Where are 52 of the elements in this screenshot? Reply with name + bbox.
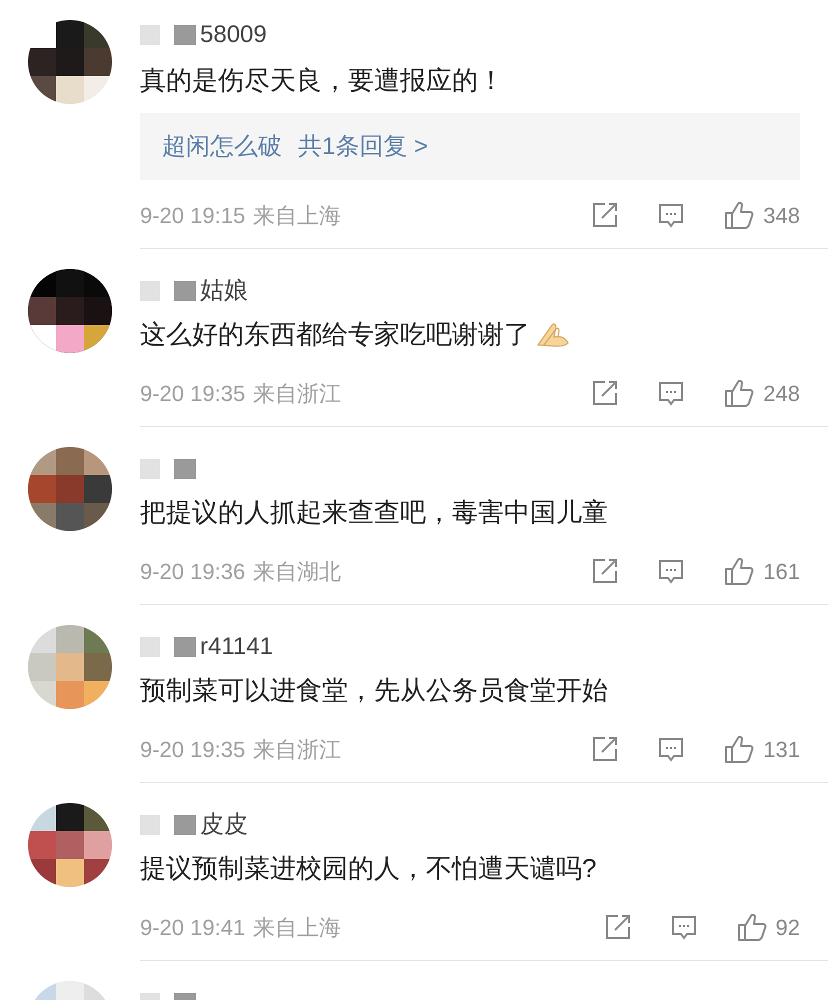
like-icon[interactable] [723, 733, 756, 765]
username[interactable]: r41141 [200, 629, 273, 665]
like-count: 348 [763, 202, 800, 230]
like-count: 131 [763, 736, 800, 764]
location: 来自上海 [253, 202, 342, 230]
redaction-block [140, 637, 160, 657]
redaction-block [140, 281, 160, 301]
like-count: 161 [763, 558, 800, 586]
reply-preview[interactable]: 超闲怎么破 共1条回复 > [140, 113, 800, 180]
comment-icon[interactable] [657, 735, 686, 763]
comment-icon[interactable] [670, 913, 698, 941]
redaction-block [140, 815, 160, 835]
comment-icon[interactable] [657, 379, 686, 407]
comment-text: 提议预制菜进校园的人，不怕遭天谴吗? [140, 852, 596, 884]
redaction-block [174, 459, 196, 479]
like-icon[interactable] [723, 199, 756, 231]
timestamp: 9-20 19:15 [140, 202, 246, 230]
comment-icon[interactable] [657, 557, 686, 585]
comment-text: 把提议的人抓起来查查吧，毒害中国儿童 [140, 496, 608, 528]
share-icon[interactable] [604, 913, 632, 941]
like-icon[interactable] [736, 911, 768, 943]
redaction-block [140, 25, 160, 45]
redaction-block [174, 637, 196, 657]
reply-user[interactable]: 超闲怎么破 [162, 128, 282, 164]
username[interactable]: 皮皮 [200, 807, 248, 843]
username[interactable]: 姑娘 [200, 273, 248, 309]
reply-count-link[interactable]: 共1条回复 > [298, 128, 428, 164]
share-icon[interactable] [591, 201, 620, 229]
redaction-block [174, 25, 196, 45]
redaction-block [174, 281, 196, 301]
timestamp: 9-20 19:35 [140, 380, 246, 408]
share-icon[interactable] [591, 379, 620, 407]
redaction-block [140, 459, 160, 479]
location: 来自上海 [253, 914, 342, 942]
like-count: 92 [776, 914, 800, 942]
timestamp: 9-20 19:35 [140, 736, 246, 764]
timestamp: 9-20 19:36 [140, 558, 246, 586]
comment-text: 预制菜可以进食堂，先从公务员食堂开始 [140, 674, 608, 706]
like-count: 248 [763, 380, 800, 408]
comment-text: 真的是伤尽天良，要遭报应的！ [140, 64, 504, 96]
like-icon[interactable] [723, 555, 756, 587]
location: 来自浙江 [253, 380, 342, 408]
redaction-block [174, 815, 196, 835]
username[interactable]: 58009 [200, 17, 267, 53]
like-icon[interactable] [723, 377, 756, 409]
share-icon[interactable] [591, 557, 620, 585]
timestamp: 9-20 19:41 [140, 914, 246, 942]
location: 来自湖北 [253, 558, 342, 586]
location: 来自浙江 [253, 736, 342, 764]
share-icon[interactable] [591, 735, 620, 763]
comment-icon[interactable] [657, 201, 686, 229]
comment-text: 这么好的东西都给专家吃吧谢谢了 [140, 318, 530, 350]
